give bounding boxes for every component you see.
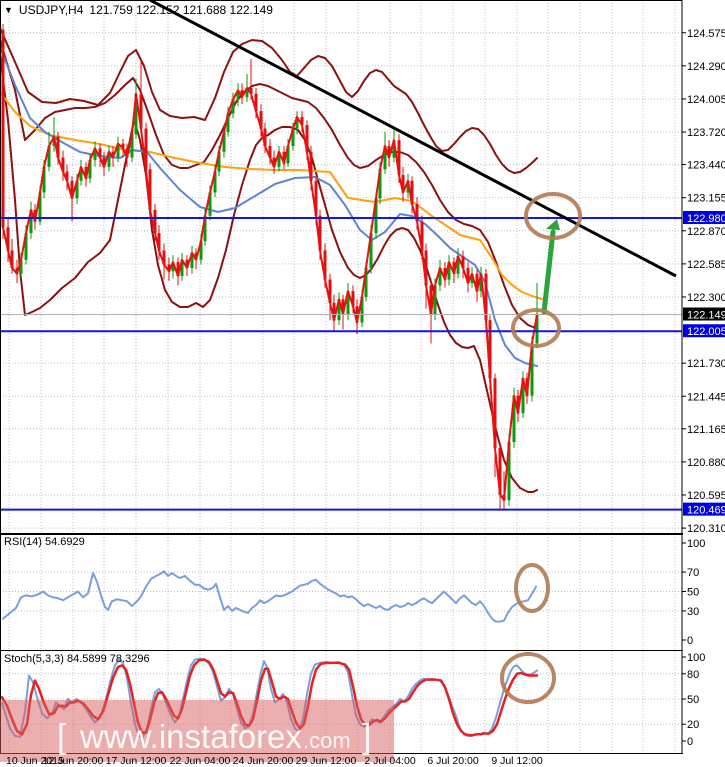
watermark-text: www.instaforex [79, 718, 302, 755]
panel-divider [0, 650, 683, 651]
stoch-axis-label: 0 [687, 736, 693, 748]
stoch-axis-label: 80 [687, 669, 699, 681]
time-axis-label: 6 Jul 20:00 [427, 755, 479, 767]
price-axis-label: 124.005 [687, 94, 725, 106]
chart-canvas[interactable]: 124.575 124.290 124.005 123.720 123.440 123.1… [0, 0, 725, 767]
price-axis-label: 121.730 [687, 358, 725, 370]
price-axis-label: 121.445 [687, 391, 725, 403]
ohlc-values: 121.759 122.152 121.688 122.149 [89, 3, 273, 17]
price-axis-label: 122.870 [687, 226, 725, 238]
rsi-axis-label: 100 [687, 538, 705, 550]
price-axis-label: 121.165 [687, 424, 725, 436]
current-price-tag-text: 122.149 [687, 310, 725, 322]
price-axis-label: 120.310 [687, 523, 725, 535]
stoch-axis-label: 50 [687, 694, 699, 706]
price-axis-label: 123.155 [687, 193, 725, 205]
watermark-text-com: .com [303, 728, 351, 753]
price-axis-label: 120.880 [687, 457, 725, 469]
rsi-axis-label: 70 [687, 567, 699, 579]
time-axis-label: 17 Jun 12:00 [106, 755, 167, 767]
time-axis-label: 24 Jun 20:00 [233, 755, 294, 767]
price-axis-label: 124.290 [687, 61, 725, 73]
symbol-period-label: USDJPY,H4 [18, 3, 84, 17]
price-axis-label: 123.720 [687, 127, 725, 139]
level-price-tag-text: 120.469 [687, 505, 725, 517]
mt4-chart-window[interactable]: 124.575 124.290 124.005 123.720 123.440 123.1… [0, 0, 725, 767]
watermark-bracket: ] [362, 718, 371, 756]
price-axis-label: 124.575 [687, 28, 725, 40]
rsi-indicator-label: RSI(14) 54.6929 [4, 536, 85, 548]
price-axis-label: 123.440 [687, 160, 725, 172]
time-axis-label: 12 Jun 20:00 [43, 755, 104, 767]
level-price-tag-text: 122.005 [687, 326, 725, 338]
stoch-indicator-label: Stoch(5,3,3) 84.5899 78.3296 [4, 653, 150, 665]
chevron-down-icon[interactable]: ▼ [4, 5, 13, 15]
level-price-tag-text: 122.980 [687, 213, 725, 225]
chart-background [0, 0, 725, 767]
price-axis-label: 122.585 [687, 259, 725, 271]
rsi-axis-label: 50 [687, 587, 699, 599]
candle-body [1, 29, 5, 228]
rsi-axis-label: 0 [687, 635, 693, 647]
time-axis-label: 2 Jul 04:00 [364, 755, 416, 767]
watermark-bracket: [ [57, 718, 67, 756]
time-axis-label: 9 Jul 12:00 [491, 755, 543, 767]
chart-title: ▼ USDJPY,H4 121.759 122.152 121.688 122.… [4, 3, 273, 17]
stoch-axis-label: 100 [687, 652, 705, 664]
stoch-axis-label: 20 [687, 719, 699, 731]
panel-divider [0, 533, 683, 535]
time-axis-label: 29 Jun 12:00 [296, 755, 357, 767]
rsi-axis-label: 30 [687, 606, 699, 618]
price-axis-label: 120.595 [687, 490, 725, 502]
time-axis-label: 22 Jun 04:00 [170, 755, 231, 767]
price-axis-label: 122.300 [687, 292, 725, 304]
